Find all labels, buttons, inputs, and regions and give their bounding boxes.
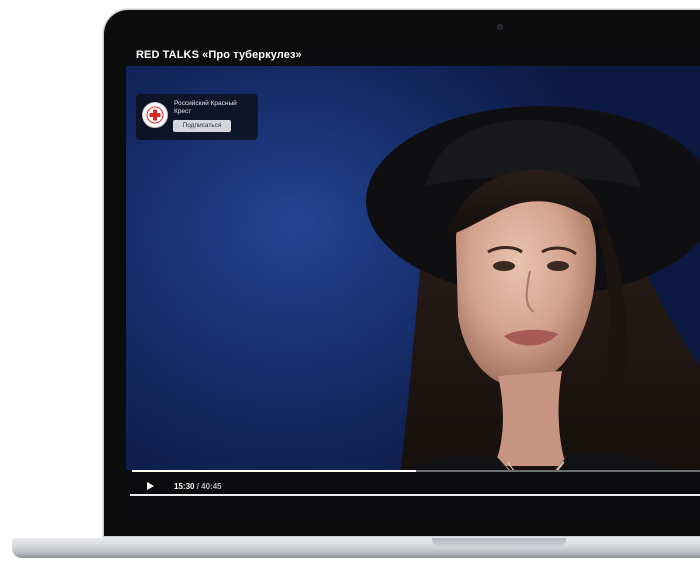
player-title-bar: RED TALKS «Про туберкулез» [126,42,700,66]
laptop-base-notch [432,538,566,547]
video-frame[interactable]: Российский Красный Крест Подписаться [126,66,700,504]
channel-name[interactable]: Российский Красный Крест [174,100,254,116]
video-player[interactable]: RED TALKS «Про туберкулез» Российский Кр… [126,42,700,525]
current-time: 15:30 [174,482,195,491]
time-readout: 15:30 / 40:45 [174,482,222,491]
camera-icon [497,24,503,30]
channel-card: Российский Красный Крест Подписаться [136,94,258,140]
player-controls-bar [126,470,700,525]
video-title: RED TALKS «Про туберкулез» [136,49,302,61]
laptop-base [12,538,700,558]
play-icon[interactable] [144,480,156,492]
progress-bar[interactable] [132,470,700,472]
red-cross-icon[interactable] [142,102,168,128]
bottom-divider [130,494,700,496]
subscribe-button[interactable]: Подписаться [173,120,231,132]
progress-bar-fill [132,470,416,472]
total-time: 40:45 [201,482,222,491]
